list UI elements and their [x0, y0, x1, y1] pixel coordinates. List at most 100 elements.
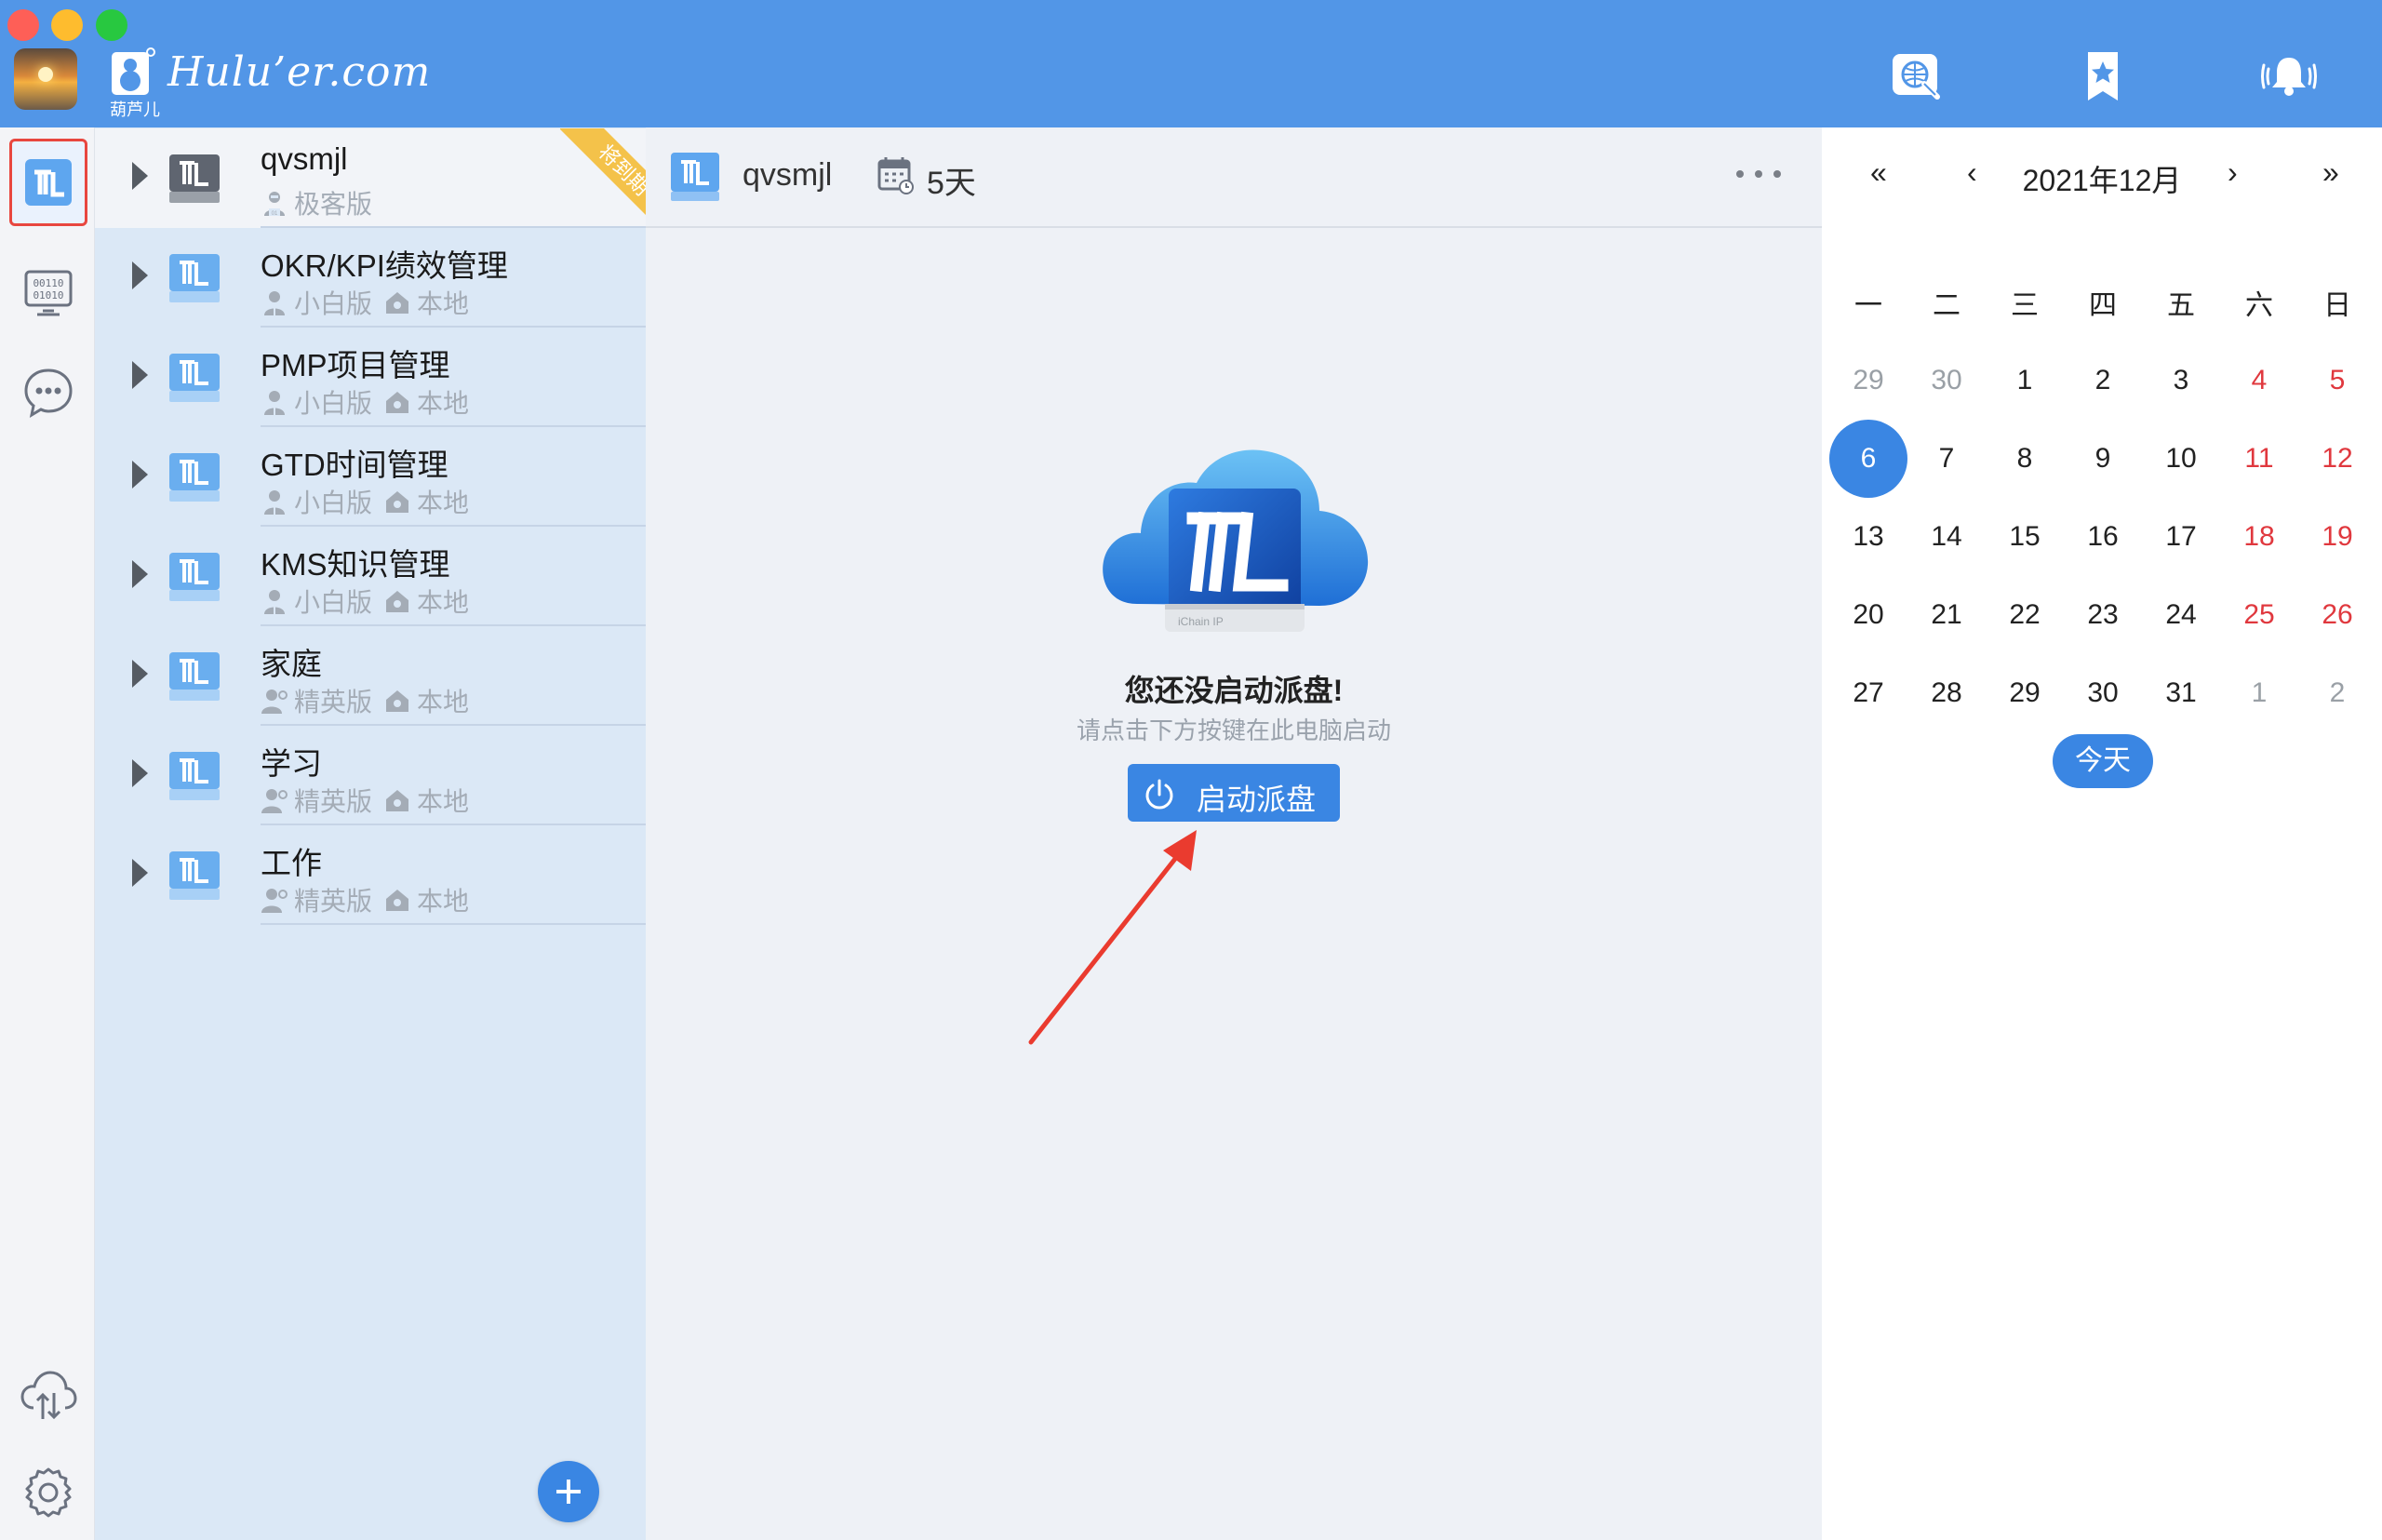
rail-data-button[interactable]: 00110 01010	[9, 248, 87, 336]
app-logo: 葫芦儿 Hulu’er.com	[108, 45, 430, 119]
minimize-window-button[interactable]	[51, 9, 83, 41]
calendar-day[interactable]: 31	[2142, 654, 2220, 732]
disk-meta: 01 极客版	[261, 184, 383, 219]
close-window-button[interactable]	[7, 9, 39, 41]
disk-meta: 小白版 本地	[261, 583, 480, 617]
next-year-button[interactable]: »	[2322, 155, 2339, 190]
calendar-day[interactable]: 14	[1907, 498, 1986, 576]
disk-header: qvsmjl 5天	[646, 127, 1822, 228]
disk-meta: 精英版 本地	[261, 881, 480, 916]
more-options-button[interactable]	[1734, 159, 1785, 187]
calendar-day[interactable]: 30	[1907, 341, 1986, 420]
calendar-day[interactable]: 28	[1907, 654, 1986, 732]
cloud-disk-icon: iChain IP	[1103, 449, 1369, 632]
paidisk-icon	[169, 851, 220, 900]
disk-item[interactable]: qvsmjl 01 极客版 将到期	[95, 128, 653, 228]
star-bookmark-icon[interactable]	[2075, 48, 2131, 104]
disk-tier: 精英版	[294, 887, 373, 916]
calendar-day[interactable]: 21	[1907, 576, 1986, 654]
calendar-day[interactable]: 4	[2220, 341, 2298, 420]
disk-item[interactable]: 学习 精英版 本地	[95, 726, 646, 825]
home-icon	[386, 690, 409, 712]
disk-meta: 小白版 本地	[261, 383, 480, 418]
calendar-day[interactable]: 17	[2142, 498, 2220, 576]
calendar-day[interactable]: 3	[2142, 341, 2220, 420]
disk-item[interactable]: 家庭 精英版 本地	[95, 626, 646, 726]
expand-caret-icon[interactable]	[132, 361, 148, 389]
rail-settings-button[interactable]	[9, 1449, 87, 1536]
logo-wordmark: Hulu’er.com	[167, 48, 432, 96]
calendar-day[interactable]: 10	[2142, 420, 2220, 498]
disk-tier: 小白版	[294, 588, 373, 617]
expand-caret-icon[interactable]	[132, 660, 148, 688]
start-paidisk-button[interactable]: 启动派盘	[1128, 764, 1340, 822]
calendar-day[interactable]: 8	[1986, 420, 2064, 498]
disk-list: qvsmjl 01 极客版 将到期 OKR/KPI绩效管理 小白版 本地 PMP项目管理 小白版…	[95, 127, 653, 1540]
calendar-day[interactable]: 18	[2220, 498, 2298, 576]
calendar-day[interactable]: 23	[2064, 576, 2142, 654]
next-month-button[interactable]: ›	[2228, 155, 2238, 190]
paidisk-icon	[169, 652, 220, 701]
disk-location: 本地	[417, 389, 470, 418]
calendar-day[interactable]: 16	[2064, 498, 2142, 576]
calendar-day[interactable]: 1	[2220, 654, 2298, 732]
novice-user-icon	[264, 391, 285, 415]
calendar-day[interactable]: 13	[1829, 498, 1907, 576]
svg-text:01010: 01010	[33, 289, 63, 301]
expand-caret-icon[interactable]	[132, 261, 148, 289]
zoom-window-button[interactable]	[96, 9, 127, 41]
calendar-day[interactable]: 2	[2298, 654, 2376, 732]
calendar-day[interactable]: 25	[2220, 576, 2298, 654]
calendar-day[interactable]: 30	[2064, 654, 2142, 732]
calendar-day[interactable]: 6	[1829, 420, 1907, 498]
disk-name: 工作	[261, 846, 322, 880]
disk-item[interactable]: GTD时间管理 小白版 本地	[95, 427, 646, 527]
rail-cloud-sync-button[interactable]	[9, 1351, 87, 1439]
calendar-day[interactable]: 11	[2220, 420, 2298, 498]
power-icon	[1145, 779, 1173, 810]
calendar-day[interactable]: 29	[1829, 341, 1907, 420]
expand-caret-icon[interactable]	[132, 162, 148, 190]
calendar-day[interactable]: 7	[1907, 420, 1986, 498]
disk-location: 本地	[417, 588, 470, 617]
calendar-day[interactable]: 20	[1829, 576, 1907, 654]
expand-caret-icon[interactable]	[132, 461, 148, 489]
rail-paidisk-button[interactable]	[9, 139, 87, 226]
disk-item[interactable]: KMS知识管理 小白版 本地	[95, 527, 646, 626]
svg-text:00110: 00110	[33, 277, 63, 289]
bell-icon[interactable]	[2261, 48, 2317, 104]
elite-user-icon	[261, 889, 288, 913]
expand-caret-icon[interactable]	[132, 759, 148, 787]
calendar-day[interactable]: 19	[2298, 498, 2376, 576]
calendar-day[interactable]: 2	[2064, 341, 2142, 420]
globe-search-icon[interactable]	[1889, 48, 1945, 104]
avatar[interactable]	[14, 48, 77, 110]
calendar-day[interactable]: 27	[1829, 654, 1907, 732]
weekday-header: 二	[1933, 290, 1960, 321]
disk-item[interactable]: OKR/KPI绩效管理 小白版 本地	[95, 228, 646, 328]
calendar-day[interactable]: 5	[2298, 341, 2376, 420]
paidisk-icon	[671, 153, 719, 201]
calendar-day[interactable]: 29	[1986, 654, 2064, 732]
calendar-day[interactable]: 9	[2064, 420, 2142, 498]
paidisk-icon	[169, 254, 220, 302]
calendar-day[interactable]: 1	[1986, 341, 2064, 420]
disk-tier: 小白版	[294, 389, 373, 418]
binary-data-icon: 00110 01010	[24, 270, 73, 316]
calendar-day[interactable]: 22	[1986, 576, 2064, 654]
calendar-day[interactable]: 15	[1986, 498, 2064, 576]
disk-tier: 极客版	[294, 190, 373, 219]
disk-item[interactable]: 工作 精英版 本地	[95, 825, 646, 925]
today-button[interactable]: 今天	[2053, 734, 2153, 788]
home-icon	[386, 890, 409, 911]
add-disk-button[interactable]	[538, 1461, 599, 1522]
calendar-day[interactable]: 26	[2298, 576, 2376, 654]
rail-chat-button[interactable]	[9, 349, 87, 436]
novice-user-icon	[264, 590, 285, 614]
logo-subtitle: 葫芦儿	[110, 100, 160, 119]
calendar-day[interactable]: 24	[2142, 576, 2220, 654]
expand-caret-icon[interactable]	[132, 859, 148, 887]
expand-caret-icon[interactable]	[132, 560, 148, 588]
disk-item[interactable]: PMP项目管理 小白版 本地	[95, 328, 646, 427]
calendar-day[interactable]: 12	[2298, 420, 2376, 498]
